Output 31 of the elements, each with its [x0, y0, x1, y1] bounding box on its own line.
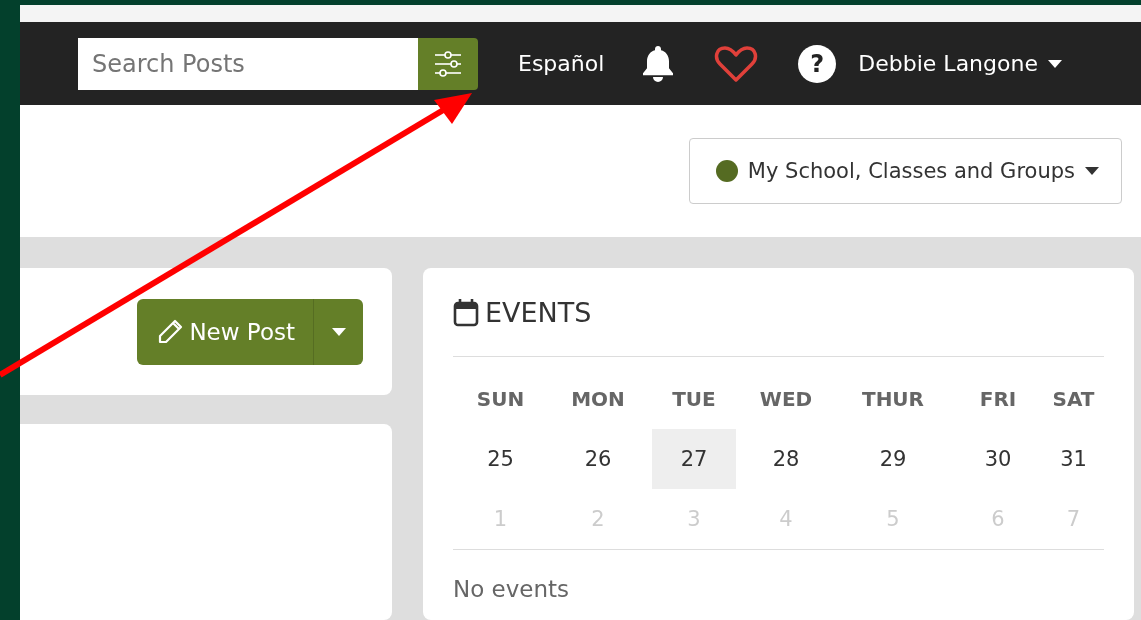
weekday-label: SUN	[475, 386, 526, 413]
weekday-label: FRI	[978, 386, 1018, 413]
sliders-icon	[433, 48, 463, 79]
empty-message: No events	[453, 575, 571, 602]
weekday-label: SAT	[1051, 386, 1096, 413]
caret-icon	[1047, 59, 1062, 68]
caret-icon	[331, 327, 346, 336]
calendar-day[interactable]: 26	[548, 429, 648, 489]
heart-icon[interactable]	[714, 44, 759, 83]
new-post-button[interactable]: New Post	[137, 298, 313, 365]
language-link[interactable]: Español	[518, 51, 605, 76]
dropdown-toggle[interactable]	[313, 298, 363, 365]
calendar-day[interactable]: 25	[453, 429, 548, 489]
weekday-label: MON	[570, 386, 626, 413]
calendar-day[interactable]: 29	[832, 429, 954, 489]
user-menu[interactable]: Debbie Langone	[858, 51, 1062, 76]
calendar-icon	[453, 297, 479, 327]
calendar-day[interactable]: 30	[954, 429, 1042, 489]
weekday-label: WED	[758, 386, 814, 413]
pencil-icon	[157, 318, 184, 345]
filter-button[interactable]	[418, 37, 478, 90]
caret-icon	[1085, 167, 1099, 175]
scope-dropdown[interactable]: My School, Classes and Groups	[688, 138, 1122, 204]
calendar-day[interactable]: 27	[652, 429, 736, 489]
weekday-label: THUR	[861, 386, 925, 413]
weekday-label: TUE	[671, 386, 717, 413]
calendar-day[interactable]: 28	[740, 429, 832, 489]
help-icon[interactable]: ?	[798, 44, 837, 83]
calendar-day[interactable]: 31	[1042, 429, 1105, 489]
search-field[interactable]: Search Posts	[78, 37, 418, 90]
events-heading: EVENTS	[485, 296, 592, 328]
